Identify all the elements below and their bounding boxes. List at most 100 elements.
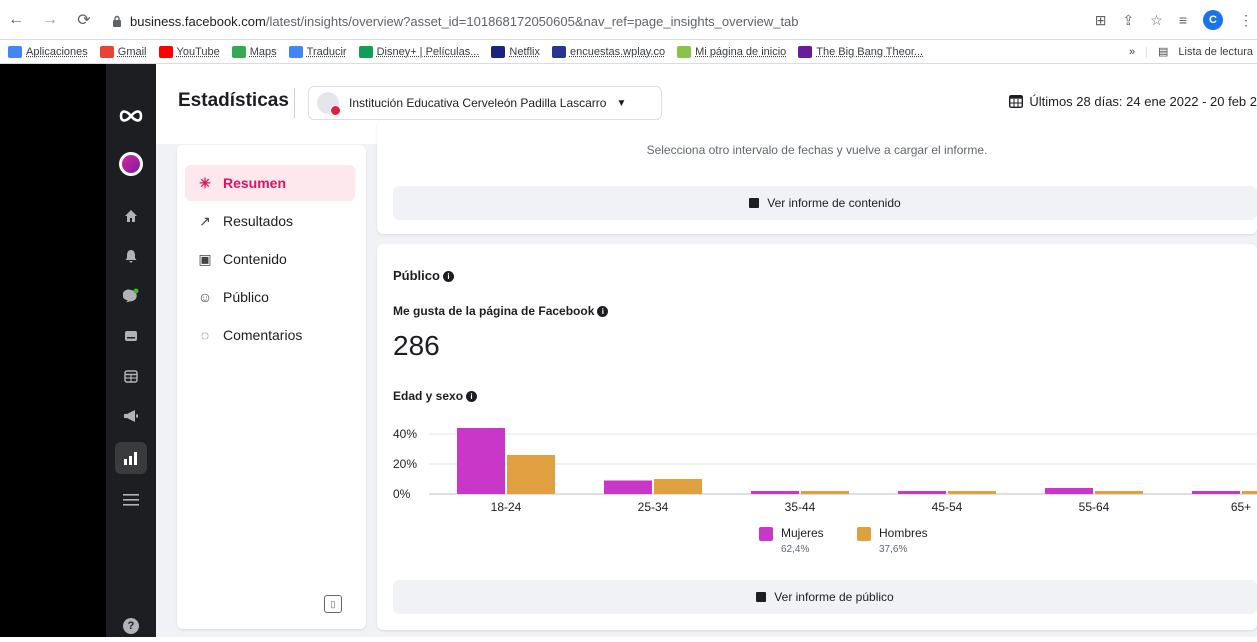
- bookmark-item[interactable]: encuestas.wplay.co: [551, 45, 666, 58]
- lock-icon: [113, 15, 121, 27]
- forward-arrow-icon[interactable]: →: [40, 11, 60, 29]
- bookmark-label: Maps: [249, 45, 277, 58]
- bookmark-item[interactable]: The Big Bang Theor...: [798, 45, 923, 58]
- audience-title: Público i: [393, 268, 454, 283]
- bookmark-item[interactable]: Mi página de inicio: [677, 45, 786, 58]
- collapse-sidebar-icon[interactable]: ▯: [324, 595, 342, 613]
- bookmark-item[interactable]: Netflix: [491, 45, 540, 58]
- bookmark-item[interactable]: YouTube: [158, 45, 220, 58]
- info-icon[interactable]: i: [442, 271, 454, 283]
- insights-icon[interactable]: [106, 442, 156, 474]
- x-tick-label: 35-44: [785, 500, 816, 514]
- bookmark-label: YouTube: [176, 45, 220, 58]
- translate-icon[interactable]: ⊞: [1095, 12, 1107, 29]
- bookmark-favicon-icon: [677, 45, 692, 58]
- x-tick-label: 65+: [1231, 500, 1251, 514]
- legend-item-hombres[interactable]: Hombres 37,6%: [857, 526, 928, 555]
- info-icon[interactable]: i: [597, 306, 609, 318]
- menu-hamburger-icon[interactable]: [106, 484, 156, 516]
- page-selector-dropdown[interactable]: Institución Educativa Cerveleón Padilla …: [308, 86, 662, 120]
- bar-hombres-55-64[interactable]: [1095, 491, 1143, 494]
- trend-icon: ↗: [199, 212, 211, 229]
- view-content-report-button[interactable]: Ver informe de contenido: [393, 186, 1257, 220]
- nav-rail: ?: [106, 64, 156, 637]
- sidebar-item-comentarios[interactable]: ◌ Comentarios: [185, 317, 355, 353]
- bar-mujeres-18-24[interactable]: [457, 428, 505, 494]
- url-field[interactable]: business.facebook.com/latest/insights/ov…: [112, 8, 1142, 34]
- bookmark-favicon-icon: [158, 45, 173, 58]
- x-tick-label: 55-64: [1079, 500, 1110, 514]
- help-icon[interactable]: ?: [106, 610, 156, 642]
- sidebar-item-resumen[interactable]: ✳ Resumen: [185, 165, 355, 201]
- sidebar-item-label: Resumen: [223, 175, 287, 191]
- reload-icon[interactable]: ⟳: [74, 10, 94, 30]
- y-tick-label: 40%: [393, 427, 417, 441]
- bar-hombres-25-34[interactable]: [654, 479, 702, 494]
- info-icon[interactable]: i: [466, 391, 478, 403]
- bookmark-item[interactable]: Gmail: [99, 45, 147, 58]
- share-icon[interactable]: ⇪: [1123, 12, 1135, 29]
- calendar-icon[interactable]: [106, 360, 156, 392]
- reading-mode-icon[interactable]: ≡: [1179, 12, 1187, 28]
- url-path: /latest/insights/overview?asset_id=10186…: [265, 13, 799, 29]
- bar-mujeres-55-64[interactable]: [1045, 488, 1093, 494]
- audience-title-text: Público: [393, 268, 440, 283]
- bookmark-item[interactable]: Traducir: [288, 45, 347, 58]
- bookmark-label: encuestas.wplay.co: [569, 45, 666, 58]
- sidebar-item-público[interactable]: ☺ Público: [185, 279, 355, 315]
- insights-sidebar: ▯ ✳ Resumen ↗ Resultados ▣ Contenido ☺ Público ◌…: [177, 145, 366, 629]
- sidebar-item-label: Público: [223, 289, 269, 305]
- megaphone-icon[interactable]: [106, 400, 156, 432]
- menu-kebab-icon[interactable]: ⋮: [1239, 12, 1253, 29]
- bookmarks-right: » | ▤ Lista de lectura: [1123, 45, 1253, 58]
- legend-item-mujeres[interactable]: Mujeres 62,4%: [759, 526, 824, 555]
- page-likes-label-text: Me gusta de la página de Facebook: [393, 304, 595, 318]
- legend-percentage: 37,6%: [879, 544, 908, 555]
- content-report-card: Selecciona otro intervalo de fechas y vu…: [377, 120, 1257, 234]
- age-sex-label: Edad y sexo i: [393, 389, 478, 403]
- bookmark-favicon-icon: [491, 45, 506, 58]
- comment-icon: ◌: [200, 327, 210, 343]
- sidebar-item-label: Comentarios: [223, 327, 303, 343]
- bar-mujeres-25-34[interactable]: [604, 480, 652, 495]
- y-tick-label: 20%: [393, 457, 417, 471]
- bookmark-item[interactable]: Aplicaciones: [8, 45, 88, 58]
- reading-list-link[interactable]: Lista de lectura: [1178, 46, 1253, 58]
- bookmark-label: Traducir: [306, 45, 347, 58]
- bookmark-item[interactable]: Maps: [231, 45, 277, 58]
- bookmark-label: Netflix: [509, 45, 540, 58]
- view-audience-report-button[interactable]: Ver informe de público: [393, 580, 1257, 614]
- report-icon: [749, 198, 760, 208]
- bookmark-label: Gmail: [117, 45, 147, 58]
- y-tick-label: 0%: [393, 487, 411, 501]
- bookmark-favicon-icon: [358, 45, 373, 58]
- bar-mujeres-65+[interactable]: [1192, 491, 1240, 494]
- back-arrow-icon[interactable]: ←: [6, 11, 26, 29]
- age-sex-chart: 0% 20% 40% 18-24 25-34 35-44 45-54 55-64 65+: [393, 427, 1257, 514]
- bookmark-favicon-icon: [288, 45, 303, 58]
- sidebar-item-resultados[interactable]: ↗ Resultados: [185, 203, 355, 239]
- home-icon[interactable]: [106, 200, 156, 232]
- bar-hombres-18-24[interactable]: [507, 455, 555, 494]
- notifications-bell-icon[interactable]: [106, 240, 156, 272]
- page-profile-icon[interactable]: [106, 148, 156, 180]
- star-icon[interactable]: ☆: [1150, 12, 1163, 29]
- profile-avatar[interactable]: C: [1203, 10, 1223, 30]
- page-likes-value: 286: [393, 330, 440, 361]
- meta-logo-icon[interactable]: [106, 100, 156, 132]
- posts-icon[interactable]: [106, 320, 156, 352]
- bar-mujeres-35-44[interactable]: [751, 491, 799, 494]
- bar-hombres-65+[interactable]: [1242, 491, 1257, 494]
- page-likes-label: Me gusta de la página de Facebook i: [393, 304, 609, 318]
- page-title: Estadísticas: [178, 90, 289, 111]
- sidebar-item-contenido[interactable]: ▣ Contenido: [185, 241, 355, 277]
- sidebar-item-label: Resultados: [223, 213, 294, 229]
- messages-icon[interactable]: [106, 280, 156, 312]
- bookmark-item[interactable]: Disney+ | Películas...: [358, 45, 479, 58]
- date-range-picker[interactable]: Últimos 28 días: 24 ene 2022 - 20 feb 2: [1009, 94, 1257, 109]
- bar-mujeres-45-54[interactable]: [898, 491, 946, 494]
- bar-hombres-35-44[interactable]: [801, 491, 849, 494]
- more-bookmarks-button[interactable]: »: [1129, 46, 1135, 58]
- report-icon: [756, 592, 767, 602]
- bar-hombres-45-54[interactable]: [948, 491, 996, 494]
